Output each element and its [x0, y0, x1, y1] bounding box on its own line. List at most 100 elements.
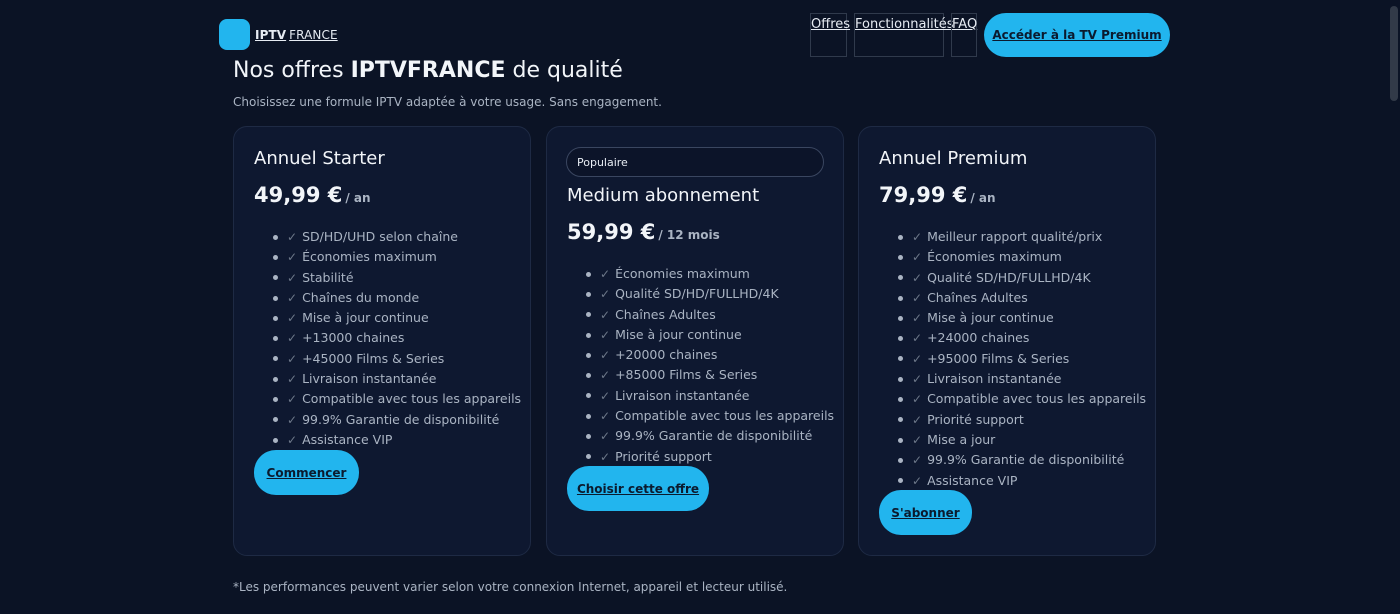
choose-offer-button[interactable]: Choisir cette offre	[567, 466, 709, 511]
price-amount: 59,99 €	[567, 220, 656, 244]
plan-card-premium: Annuel Premium 79,99 € / an ✓ Meilleur rap…	[858, 126, 1156, 556]
feature-item: ✓ Économies maximum	[254, 247, 521, 267]
price-period: / an	[345, 191, 371, 205]
feature-text: Livraison instantanée	[615, 387, 750, 403]
feature-item: ✓ +20000 chaines	[567, 345, 834, 365]
bullet-dot	[273, 437, 278, 443]
feature-item: ✓ Livraison instantanée	[254, 369, 521, 389]
feature-item: ✓ Compatible avec tous les appareils	[879, 389, 1146, 409]
plan-title: Annuel Premium	[879, 148, 1028, 169]
plan-price: 79,99 € / an	[879, 183, 996, 207]
check-icon: ✓	[600, 348, 611, 363]
bullet-dot	[586, 373, 591, 379]
plan-card-medium: Populaire Medium abonnement 59,99 €/ 12 …	[546, 126, 844, 556]
feature-text: Livraison instantanée	[927, 371, 1062, 387]
bullet-dot	[898, 315, 903, 321]
feature-text: +45000 Films & Series	[302, 350, 445, 366]
bullet-dot	[586, 271, 591, 277]
feature-item: ✓ Livraison instantanée	[567, 386, 834, 406]
check-icon: ✓	[287, 290, 298, 305]
feature-item: ✓ Qualité SD/HD/FULLHD/4K	[879, 268, 1146, 288]
feature-item: ✓ 99.9% Garantie de disponibilité	[254, 410, 521, 430]
brand-name: IPTV FRANCE	[255, 28, 338, 42]
check-icon: ✓	[287, 432, 298, 447]
bullet-dot	[586, 352, 591, 358]
feature-item: ✓ 99.9% Garantie de disponibilité	[879, 450, 1146, 470]
feature-item: ✓ Mise à jour continue	[567, 325, 834, 345]
feature-item: ✓ Économies maximum	[879, 247, 1146, 267]
feature-text: Livraison instantanée	[302, 371, 437, 387]
check-icon: ✓	[287, 250, 298, 265]
feature-item: ✓ SD/HD/UHD selon chaîne	[254, 227, 521, 247]
check-icon: ✓	[912, 230, 923, 244]
bullet-dot	[273, 376, 278, 382]
feature-text: +24000 chaines	[927, 330, 1030, 346]
feature-item: ✓ Mise à jour continue	[879, 308, 1146, 328]
subscribe-button[interactable]: S'abonner	[879, 490, 972, 535]
bullet-dot	[898, 336, 903, 342]
bullet-dot	[273, 295, 278, 301]
check-icon: ✓	[287, 412, 298, 427]
scrollbar-thumb[interactable]	[1390, 6, 1398, 101]
check-icon: ✓	[287, 331, 298, 346]
check-icon: ✓	[912, 432, 923, 447]
feature-text: +20000 chaines	[615, 347, 718, 363]
nav-link-fonctionnalites[interactable]: Fonctionnalités	[854, 13, 954, 57]
check-icon: ✓	[287, 311, 298, 326]
check-icon: ✓	[912, 372, 923, 387]
bullet-dot	[898, 376, 903, 382]
feature-text: Priorité support	[927, 411, 1024, 427]
plan-card-starter: Annuel Starter 49,99 € / an ✓ SD/HD/UHD se…	[233, 126, 531, 556]
check-icon: ✓	[287, 270, 298, 285]
brand-link[interactable]: IPTV FRANCE	[219, 19, 338, 50]
bullet-dot	[898, 417, 903, 423]
check-icon: ✓	[912, 351, 923, 366]
price-amount: 79,99 €	[879, 183, 968, 207]
feature-text: SD/HD/UHD selon chaîne	[302, 229, 458, 244]
check-icon: ✓	[912, 270, 923, 285]
start-button[interactable]: Commencer	[254, 450, 359, 495]
vertical-scrollbar[interactable]	[1388, 0, 1400, 614]
access-premium-tv-button[interactable]: Accéder à la TV Premium	[984, 13, 1170, 57]
feature-item: ✓ Assistance VIP	[254, 430, 521, 450]
feature-text: Compatible avec tous les appareils	[927, 391, 1147, 407]
feature-item: ✓ Livraison instantanée	[879, 369, 1146, 389]
bullet-dot	[898, 478, 903, 484]
page: IPTV FRANCE Offres Fonctionnalités FAQ Ac…	[0, 0, 1400, 614]
check-icon: ✓	[287, 372, 298, 387]
feature-text: 99.9% Garantie de disponibilité	[302, 411, 500, 427]
feature-text: Priorité support	[615, 448, 712, 464]
feature-text: Qualité SD/HD/FULLHD/4K	[927, 269, 1091, 285]
price-amount: 49,99 €	[254, 183, 343, 207]
bullet-dot	[273, 397, 278, 403]
bullet-dot	[898, 295, 903, 301]
bullet-dot	[273, 254, 278, 260]
feature-item: ✓ +95000 Films & Series	[879, 349, 1146, 369]
feature-text: Assistance VIP	[302, 431, 393, 447]
nav-link-faq[interactable]: FAQ	[951, 13, 977, 57]
feature-item: ✓ Stabilité	[254, 268, 521, 288]
check-icon: ✓	[600, 327, 611, 342]
check-icon: ✓	[912, 331, 923, 346]
bullet-dot	[898, 275, 903, 281]
feature-text: Stabilité	[302, 269, 354, 285]
bullet-dot	[586, 413, 591, 419]
bullet-dot	[586, 312, 591, 318]
bullet-dot	[586, 332, 591, 338]
nav-link-offres[interactable]: Offres	[810, 13, 850, 57]
feature-text: Économies maximum	[615, 266, 750, 281]
check-icon: ✓	[912, 311, 923, 326]
feature-text: Mise à jour continue	[927, 310, 1054, 326]
feature-text: Compatible avec tous les appareils	[615, 408, 835, 424]
price-period: / 12 mois	[658, 228, 720, 242]
brand-name-rest: FRANCE	[289, 27, 338, 42]
check-icon: ✓	[600, 267, 611, 281]
feature-item: ✓ Économies maximum	[567, 264, 834, 284]
bullet-dot	[586, 454, 591, 460]
check-icon: ✓	[287, 351, 298, 366]
check-icon: ✓	[912, 473, 923, 488]
bullet-dot	[898, 457, 903, 463]
price-period: / an	[970, 191, 996, 205]
bullet-dot	[273, 315, 278, 321]
feature-text: Chaînes Adultes	[927, 289, 1028, 305]
